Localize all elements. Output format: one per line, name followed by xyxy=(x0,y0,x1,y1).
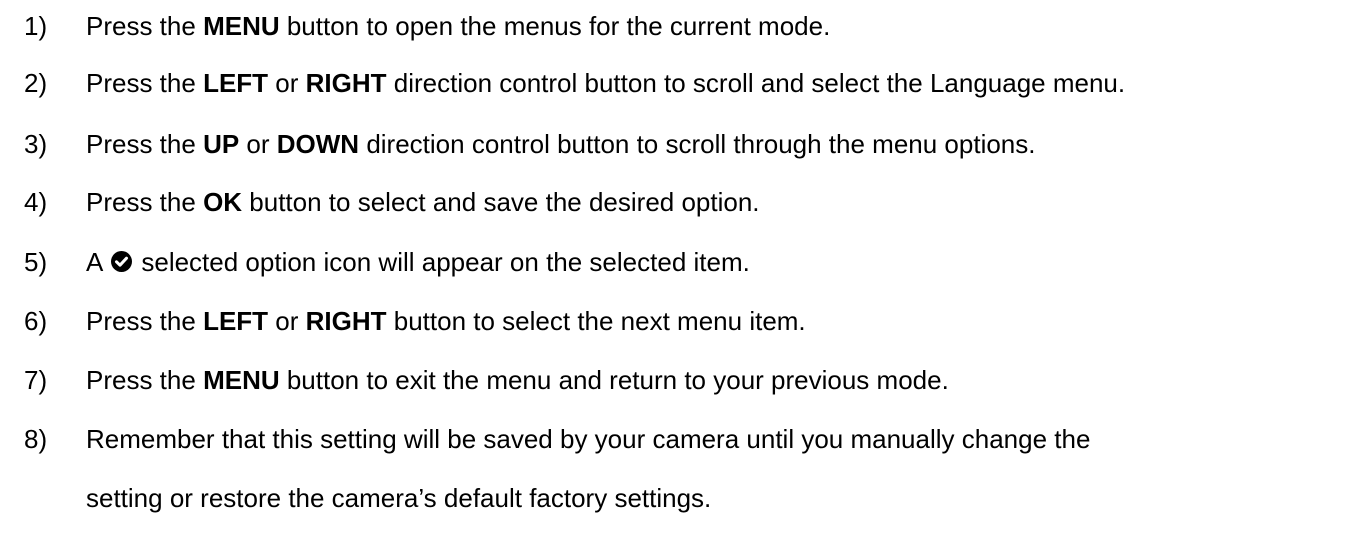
button-name: RIGHT xyxy=(305,306,387,336)
step-text-part: direction control button to scroll and s… xyxy=(386,68,1126,98)
step-number: 5) xyxy=(24,247,48,277)
button-name: RIGHT xyxy=(305,68,387,98)
button-name: OK xyxy=(203,187,243,217)
step-text: Press the MENU button to exit the menu a… xyxy=(86,354,949,407)
step-number: 4) xyxy=(24,187,48,217)
step-text-part: A xyxy=(86,247,110,277)
step-text-part: button to select the next menu item. xyxy=(386,306,806,336)
check-circle-icon xyxy=(111,251,133,272)
button-name: LEFT xyxy=(203,306,269,336)
step-text-part: Press the xyxy=(86,11,204,41)
step-text-part: Press the xyxy=(86,129,204,159)
step-text: Press the UP or DOWN direction control b… xyxy=(86,118,1036,171)
step-text-part: Press the xyxy=(86,68,204,98)
step-text-part: Press the xyxy=(86,187,204,217)
step-text-part: button to open the menus for the current… xyxy=(279,11,831,41)
step-text-part: direction control button to scroll throu… xyxy=(359,129,1036,159)
step-text: Press the OK button to select and save t… xyxy=(86,176,760,229)
step-number: 2) xyxy=(24,68,48,98)
step-number: 6) xyxy=(24,306,48,336)
button-name: MENU xyxy=(203,365,280,395)
button-name: DOWN xyxy=(276,129,360,159)
step-text: Press the LEFT or RIGHT direction contro… xyxy=(86,57,1125,110)
step-text-part: or xyxy=(268,68,306,98)
step-text-part: button to exit the menu and return to yo… xyxy=(279,365,949,395)
step-number: 7) xyxy=(24,365,48,395)
step-text: Press the MENU button to open the menus … xyxy=(86,0,830,53)
step-text: Press the LEFT or RIGHT button to select… xyxy=(86,295,806,348)
button-name: LEFT xyxy=(203,68,269,98)
step-text-part: selected option icon will appear on the … xyxy=(134,247,750,277)
step-text-line-1: Remember that this setting will be saved… xyxy=(86,424,1091,454)
step-text-line-2: setting or restore the camera’s default … xyxy=(86,483,712,513)
step-text-part: button to select and save the desired op… xyxy=(242,187,760,217)
step-number: 3) xyxy=(24,129,48,159)
step-text-part: Press the xyxy=(86,365,204,395)
button-name: UP xyxy=(203,129,240,159)
step-text: A selected option icon will appear on th… xyxy=(86,236,750,289)
step-text-part: or xyxy=(239,129,277,159)
step-text-part: or xyxy=(268,306,306,336)
step-number: 1) xyxy=(24,11,48,41)
step-text-part: Press the xyxy=(86,306,204,336)
button-name: MENU xyxy=(203,11,280,41)
step-number: 8) xyxy=(24,424,48,454)
